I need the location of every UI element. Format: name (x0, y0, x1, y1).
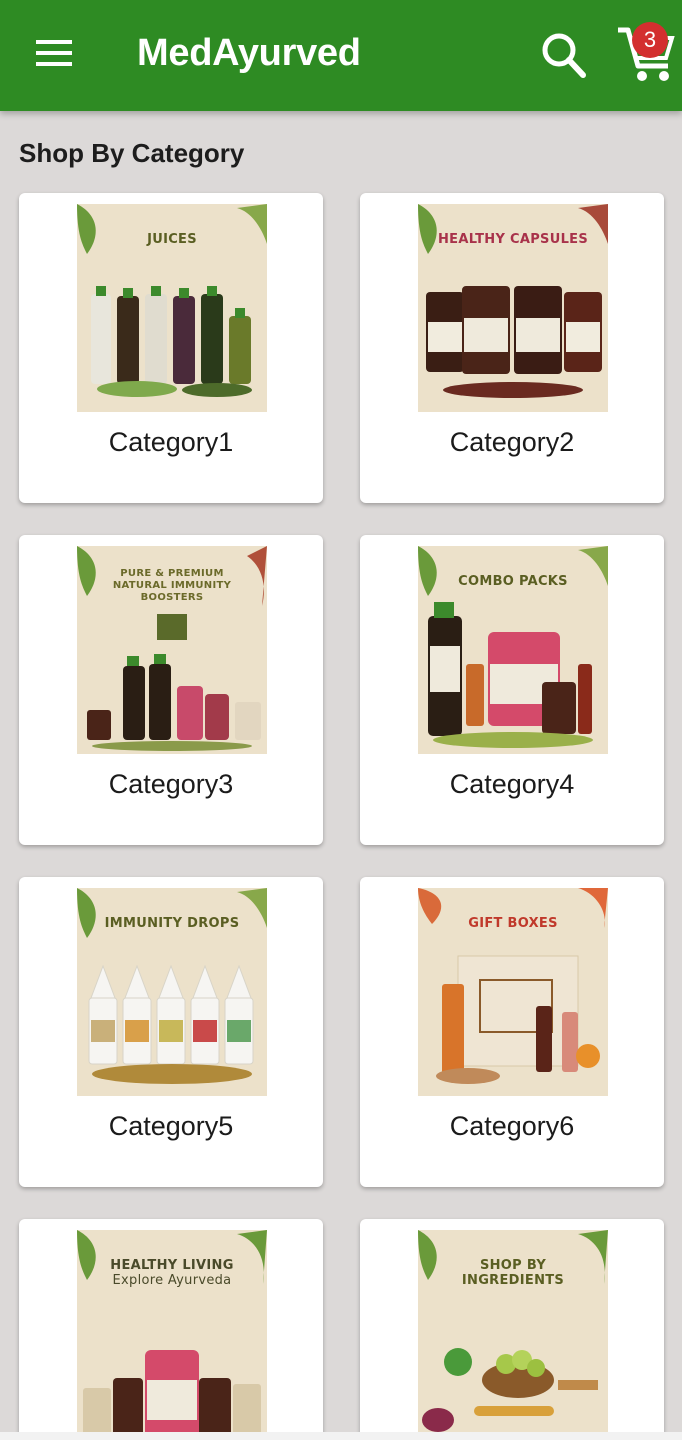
category-image: IMMUNITY DROPS (77, 888, 267, 1096)
category-image: HEALTHY LIVING Explore Ayurveda (77, 1230, 267, 1438)
category-card-7[interactable]: HEALTHY LIVING Explore Ayurveda (19, 1219, 323, 1439)
bottom-edge (0, 1432, 682, 1440)
menu-button[interactable] (22, 30, 84, 78)
category-card-4[interactable]: COMBO PACKS Category4 (360, 535, 664, 845)
category-image-text: HEALTHY LIVING Explore Ayurveda (110, 1258, 234, 1288)
category-image-text: COMBO PACKS (458, 574, 568, 589)
app-bar: MedAyurved 3 (0, 0, 682, 111)
category-label: Category4 (449, 769, 575, 799)
category-image-text: GIFT BOXES (468, 916, 558, 931)
app-title: MedAyurved (137, 32, 361, 74)
category-image-text: IMMUNITY DROPS (104, 916, 240, 931)
category-card-8[interactable]: SHOP BY INGREDIENTS (360, 1219, 664, 1439)
hamburger-icon (22, 30, 84, 78)
search-button[interactable] (535, 24, 591, 84)
category-label: Category5 (108, 1111, 234, 1141)
category-image: GIFT BOXES (418, 888, 608, 1096)
category-image: COMBO PACKS (418, 546, 608, 754)
category-card-3[interactable]: PURE & PREMIUM NATURAL IMMUNITY BOOSTERS… (19, 535, 323, 845)
category-image: PURE & PREMIUM NATURAL IMMUNITY BOOSTERS (77, 546, 267, 754)
category-image: HEALTHY CAPSULES (418, 204, 608, 412)
category-card-2[interactable]: HEALTHY CAPSULES Category2 (360, 193, 664, 503)
cart-count-badge: 3 (632, 22, 668, 58)
category-card-6[interactable]: GIFT BOXES Category6 (360, 877, 664, 1187)
category-image-text: HEALTHY CAPSULES (437, 232, 588, 247)
category-image-text: SHOP BY INGREDIENTS (461, 1258, 565, 1288)
category-image-text: JUICES (147, 232, 197, 247)
category-label: Category3 (108, 769, 234, 799)
category-label: Category2 (449, 427, 575, 457)
cart-icon (612, 27, 678, 92)
category-image: SHOP BY INGREDIENTS (418, 1230, 608, 1438)
category-label: Category1 (108, 427, 234, 457)
category-card-5[interactable]: IMMUNITY DROPS Category5 (19, 877, 323, 1187)
category-card-1[interactable]: JUICES Category1 (19, 193, 323, 503)
search-icon (535, 33, 591, 88)
category-image: JUICES (77, 204, 267, 412)
section-title: Shop By Category (19, 138, 245, 168)
category-image-text: PURE & PREMIUM NATURAL IMMUNITY BOOSTERS (112, 568, 232, 603)
category-label: Category6 (449, 1111, 575, 1141)
